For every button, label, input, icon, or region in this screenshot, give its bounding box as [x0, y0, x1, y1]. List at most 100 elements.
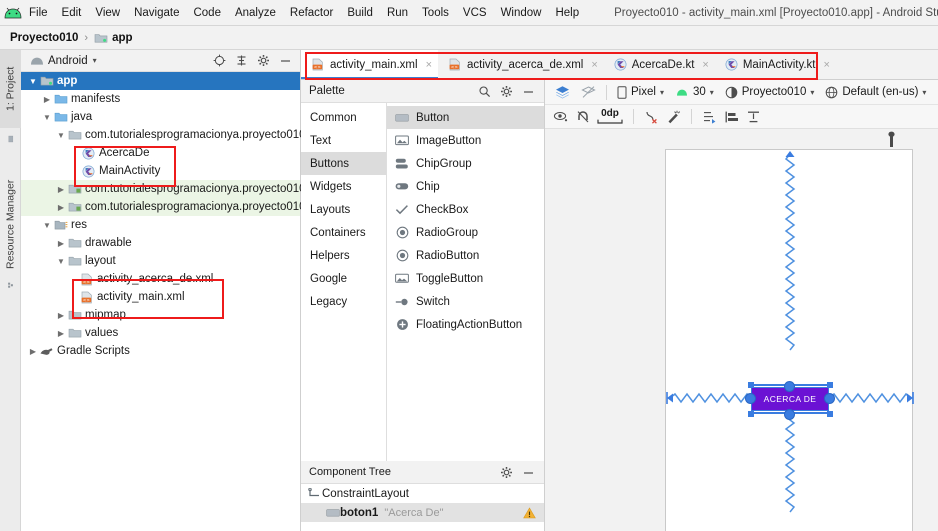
- minimize-icon[interactable]: [522, 85, 535, 98]
- menu-item-tools[interactable]: Tools: [415, 5, 456, 21]
- sidebar-item-resource-manager[interactable]: Resource Manager: [0, 160, 21, 288]
- chevron-right-icon[interactable]: ▶: [55, 329, 67, 338]
- palette-item-switch[interactable]: Switch: [387, 290, 544, 313]
- palette-item-chipgroup[interactable]: ChipGroup: [387, 152, 544, 175]
- design-mode-layers-button[interactable]: [551, 83, 574, 101]
- tree-row-acercade[interactable]: AcercaDe: [21, 144, 300, 162]
- palette-item-button[interactable]: Button: [387, 106, 544, 129]
- layout-canvas[interactable]: ACERCA DE: [545, 129, 938, 531]
- tree-row-mipmap[interactable]: ▶ mipmap: [21, 306, 300, 324]
- sidebar-item-project[interactable]: 1: Project: [0, 50, 21, 128]
- tree-row-mainactivity[interactable]: MainActivity: [21, 162, 300, 180]
- tab-activity-main-xml[interactable]: <> activity_main.xml ×: [301, 50, 438, 79]
- minimize-icon[interactable]: [522, 466, 535, 479]
- device-selector[interactable]: Pixel ▾: [613, 84, 668, 101]
- resize-handle-top-left[interactable]: [748, 382, 754, 388]
- theme-selector[interactable]: Proyecto010 ▾: [721, 84, 819, 101]
- resize-handle-bottom-left[interactable]: [748, 411, 754, 417]
- palette-category-google[interactable]: Google: [301, 267, 386, 290]
- constraint-anchor-left[interactable]: [745, 393, 756, 404]
- chevron-down-icon[interactable]: ▼: [41, 221, 53, 230]
- palette-category-legacy[interactable]: Legacy: [301, 290, 386, 313]
- search-icon[interactable]: [478, 85, 491, 98]
- resize-handle-bottom-right[interactable]: [827, 411, 833, 417]
- tab-acercade-kt[interactable]: AcercaDe.kt ×: [604, 50, 715, 79]
- tree-row-package-test[interactable]: ▶ com.tutorialesprogramacionya.proyecto0…: [21, 198, 313, 216]
- tree-row-drawable[interactable]: ▶ drawable: [21, 234, 300, 252]
- chevron-down-icon[interactable]: ▾: [660, 88, 664, 97]
- baseline-align-icon[interactable]: [746, 110, 761, 124]
- palette-category-widgets[interactable]: Widgets: [301, 175, 386, 198]
- constraint-anchor-bottom[interactable]: [784, 409, 795, 420]
- locate-icon[interactable]: [213, 54, 226, 67]
- warning-icon[interactable]: [523, 506, 544, 519]
- menu-item-view[interactable]: View: [88, 5, 127, 21]
- tree-row-java[interactable]: ▼ java: [21, 108, 300, 126]
- locale-selector[interactable]: Default (en-us) ▾: [821, 84, 930, 101]
- chevron-down-icon[interactable]: ▾: [922, 88, 926, 97]
- chevron-down-icon[interactable]: ▾: [88, 56, 97, 65]
- palette-item-chip[interactable]: Chip: [387, 175, 544, 198]
- infer-constraints-icon[interactable]: [666, 110, 681, 124]
- tab-mainactivity-kt[interactable]: MainActivity.kt ×: [715, 50, 836, 79]
- chevron-down-icon[interactable]: ▾: [810, 88, 814, 97]
- chevron-right-icon[interactable]: ▶: [41, 95, 53, 104]
- palette-category-containers[interactable]: Containers: [301, 221, 386, 244]
- tree-row-activity-main-xml[interactable]: <> activity_main.xml: [21, 288, 300, 306]
- tree-row-app[interactable]: ▼ app: [21, 72, 300, 90]
- menu-item-help[interactable]: Help: [548, 5, 586, 21]
- tree-row-values[interactable]: ▶ values: [21, 324, 300, 342]
- tree-row-gradle-scripts[interactable]: ▶ Gradle Scripts: [21, 342, 300, 360]
- palette-item-checkbox[interactable]: CheckBox: [387, 198, 544, 221]
- breadcrumb-project[interactable]: Proyecto010: [10, 32, 78, 44]
- palette-item-togglebutton[interactable]: ToggleButton: [387, 267, 544, 290]
- palette-category-text[interactable]: Text: [301, 129, 386, 152]
- menu-item-refactor[interactable]: Refactor: [283, 5, 340, 21]
- close-icon[interactable]: ×: [426, 59, 432, 71]
- menu-item-window[interactable]: Window: [494, 5, 549, 21]
- chevron-down-icon[interactable]: ▼: [41, 113, 53, 122]
- palette-category-buttons[interactable]: Buttons: [301, 152, 386, 175]
- project-view-selector-label[interactable]: Android: [48, 55, 88, 67]
- close-icon[interactable]: ×: [823, 59, 829, 71]
- gear-icon[interactable]: [500, 85, 513, 98]
- tab-activity-acerca-de-xml[interactable]: <> activity_acerca_de.xml ×: [438, 50, 604, 79]
- chevron-down-icon[interactable]: ▾: [710, 88, 714, 97]
- chevron-right-icon[interactable]: ▶: [27, 347, 39, 356]
- close-icon[interactable]: ×: [702, 59, 708, 71]
- menu-item-vcs[interactable]: VCS: [456, 5, 494, 21]
- constraint-anchor-right[interactable]: [824, 393, 835, 404]
- tree-row-layout[interactable]: ▼ layout: [21, 252, 300, 270]
- constraint-anchor-top[interactable]: [784, 381, 795, 392]
- blueprint-mode-button[interactable]: [577, 83, 600, 101]
- magnet-off-icon[interactable]: [576, 110, 590, 124]
- menu-item-file[interactable]: File: [22, 5, 55, 21]
- palette-item-radiobutton[interactable]: RadioButton: [387, 244, 544, 267]
- gear-icon[interactable]: [257, 54, 270, 67]
- tree-row-package-main[interactable]: ▼ com.tutorialesprogramacionya.proyecto0…: [21, 126, 306, 144]
- menu-item-run[interactable]: Run: [380, 5, 415, 21]
- palette-item-imagebutton[interactable]: ImageButton: [387, 129, 544, 152]
- gear-icon[interactable]: [500, 466, 513, 479]
- palette-category-layouts[interactable]: Layouts: [301, 198, 386, 221]
- chevron-right-icon[interactable]: ▶: [55, 311, 67, 320]
- menu-item-edit[interactable]: Edit: [55, 5, 89, 21]
- eye-icon[interactable]: [553, 110, 569, 123]
- api-level-selector[interactable]: 30 ▾: [671, 84, 718, 100]
- chevron-down-icon[interactable]: ▼: [55, 131, 67, 140]
- tree-row-res[interactable]: ▼ res: [21, 216, 300, 234]
- align-horizontal-icon[interactable]: [724, 110, 739, 124]
- palette-item-radiogroup[interactable]: RadioGroup: [387, 221, 544, 244]
- menu-item-build[interactable]: Build: [340, 5, 380, 21]
- component-tree-row-boton1[interactable]: boton1 "Acerca De": [301, 503, 544, 522]
- resize-handle-top-right[interactable]: [827, 382, 833, 388]
- component-tree-row-constraintlayout[interactable]: ConstraintLayout: [301, 484, 544, 503]
- chevron-right-icon[interactable]: ▶: [55, 185, 67, 194]
- palette-category-helpers[interactable]: Helpers: [301, 244, 386, 267]
- chevron-down-icon[interactable]: ▼: [55, 257, 67, 266]
- minimize-icon[interactable]: [279, 54, 292, 67]
- breadcrumb-module[interactable]: app: [112, 32, 132, 44]
- menu-item-code[interactable]: Code: [186, 5, 228, 21]
- menu-item-navigate[interactable]: Navigate: [127, 5, 186, 21]
- chevron-down-icon[interactable]: ▼: [27, 77, 39, 86]
